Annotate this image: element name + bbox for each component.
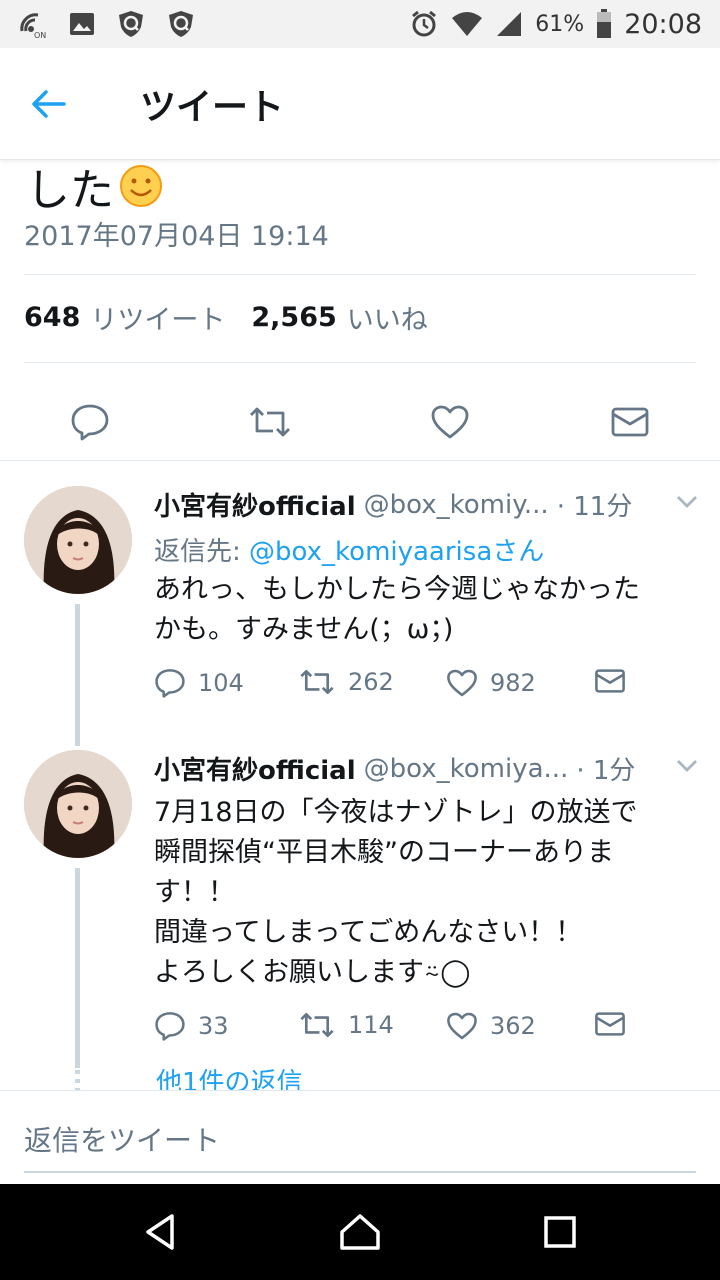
- dm-button[interactable]: [600, 392, 660, 452]
- like-label[interactable]: いいね: [347, 298, 428, 337]
- reply-button[interactable]: [60, 392, 120, 452]
- compose-underline: [24, 1171, 696, 1173]
- dm-icon: [595, 669, 625, 693]
- divider: [24, 274, 696, 275]
- reply-text-line: よろしくお願いします⍨◯: [154, 957, 471, 988]
- tweet-detail: した 2017年07月04日 19:14 648 リツイート 2,565 いいね: [0, 160, 720, 1090]
- svg-text:ON: ON: [34, 31, 46, 39]
- reply-count: 33: [198, 1012, 229, 1040]
- tweet-text-tail: した: [26, 165, 114, 216]
- dm-button[interactable]: [594, 1011, 626, 1037]
- reply-time: · 1分: [576, 756, 636, 786]
- status-bar: ON 61% 20:08: [0, 0, 720, 48]
- section-divider: [0, 460, 720, 461]
- reply-to-prefix: 返信先:: [154, 537, 250, 567]
- retweet-button[interactable]: 262: [298, 668, 394, 696]
- reply-text-line: あれっ、もしかしたら今週じゃなかった: [154, 574, 640, 605]
- retweet-count[interactable]: 648: [24, 302, 80, 333]
- nav-back-button[interactable]: [130, 1202, 190, 1262]
- dm-icon: [611, 407, 649, 437]
- reply-actions: 33 114 362: [154, 1011, 699, 1055]
- reply-author-name[interactable]: 小宮有紗official: [154, 486, 356, 523]
- chevron-down-icon[interactable]: [675, 492, 699, 510]
- reply-text-line: かも。すみません(；ω；): [154, 614, 454, 645]
- like-icon: [447, 669, 477, 697]
- signal-icon: [495, 10, 523, 38]
- like-button[interactable]: [420, 392, 480, 452]
- nav-recents-button[interactable]: [530, 1202, 590, 1262]
- retweet-icon: [300, 1012, 334, 1038]
- wifi-icon: [451, 10, 483, 38]
- more-replies-link[interactable]: 他1件の返信: [156, 1062, 303, 1090]
- like-count: 362: [490, 1012, 536, 1040]
- dm-icon: [595, 1012, 625, 1036]
- like-button[interactable]: 362: [446, 1011, 536, 1041]
- retweet-count: 114: [348, 1011, 394, 1039]
- system-nav-bar: [0, 1184, 720, 1280]
- retweet-button[interactable]: 114: [298, 1011, 394, 1039]
- reply-text-line: 間違ってしまってごめんなさい！！: [154, 917, 583, 948]
- nav-home-button[interactable]: [330, 1202, 390, 1262]
- recents-square-icon: [544, 1216, 576, 1248]
- retweet-button[interactable]: [240, 392, 300, 452]
- like-count: 982: [490, 669, 536, 697]
- retweet-icon: [300, 669, 334, 695]
- retweet-count: 262: [348, 668, 394, 696]
- clock: 20:08: [624, 8, 702, 40]
- reply-time: · 11分: [556, 492, 633, 522]
- chevron-down-icon[interactable]: [675, 756, 699, 774]
- reply-icon: [155, 669, 185, 698]
- app-header: ツイート: [0, 48, 720, 160]
- tweet-timestamp: 2017年07月04日 19:14: [24, 221, 329, 252]
- thread-dots: [75, 1070, 80, 1090]
- reply-actions: 104 262 982: [154, 668, 699, 712]
- reply-author-handle[interactable]: @box_komiya...: [364, 754, 569, 784]
- divider: [24, 362, 696, 363]
- reply-author-handle[interactable]: @box_komiy...: [364, 490, 549, 520]
- reply-author-name[interactable]: 小宮有紗official: [154, 750, 356, 787]
- image-icon: [68, 10, 96, 38]
- reply-button[interactable]: 33: [154, 1011, 229, 1041]
- page-title: ツイート: [140, 86, 285, 128]
- retweet-label[interactable]: リツイート: [90, 298, 225, 337]
- shield-icon: [116, 9, 146, 39]
- thread-line: [75, 868, 80, 1068]
- avatar[interactable]: [24, 486, 132, 594]
- thread-line: [75, 604, 80, 746]
- reply-text-line: 瞬間探偵“平目木駿”のコーナーありま: [154, 837, 614, 868]
- reply-text: 7月18日の「今夜はナゾトレ」の放送で 瞬間探偵“平目木駿”のコーナーありま す…: [154, 793, 699, 993]
- reply-text-line: す！！: [154, 877, 235, 908]
- back-triangle-icon: [146, 1214, 174, 1250]
- reply-compose-input[interactable]: 返信をツイート: [24, 1119, 220, 1159]
- tweet-actions: [0, 382, 720, 462]
- reply-text: あれっ、もしかしたら今週じゃなかった かも。すみません(；ω；): [154, 570, 699, 650]
- reply-count: 104: [198, 669, 244, 697]
- reply-icon: [71, 404, 109, 441]
- reply-icon: [155, 1012, 185, 1041]
- dm-button[interactable]: [594, 668, 626, 694]
- reply-button[interactable]: 104: [154, 668, 244, 698]
- battery-percent: 61%: [535, 11, 585, 37]
- like-icon: [447, 1012, 477, 1040]
- shield-icon: [166, 9, 196, 39]
- back-button[interactable]: [0, 48, 96, 160]
- reply-compose-bar: 返信をツイート: [0, 1090, 720, 1184]
- retweet-icon: [250, 407, 290, 437]
- like-icon: [431, 405, 469, 439]
- reply-to: 返信先: @box_komiyaarisaさん: [154, 531, 699, 568]
- smiley-emoji-icon: [120, 165, 162, 207]
- back-arrow-icon: [32, 89, 66, 118]
- like-count[interactable]: 2,565: [251, 302, 336, 333]
- avatar[interactable]: [24, 750, 132, 858]
- tweet-stats: 648 リツイート 2,565 いいね: [24, 298, 428, 337]
- tweet-text: した: [26, 160, 164, 218]
- like-button[interactable]: 982: [446, 668, 536, 698]
- nfc-icon: ON: [18, 9, 48, 39]
- reply-text-line: 7月18日の「今夜はナゾトレ」の放送で: [154, 797, 638, 828]
- alarm-icon: [409, 9, 439, 39]
- battery-icon: [596, 9, 612, 39]
- reply-to-user-link[interactable]: @box_komiyaarisaさん: [249, 537, 544, 567]
- home-icon: [340, 1214, 380, 1250]
